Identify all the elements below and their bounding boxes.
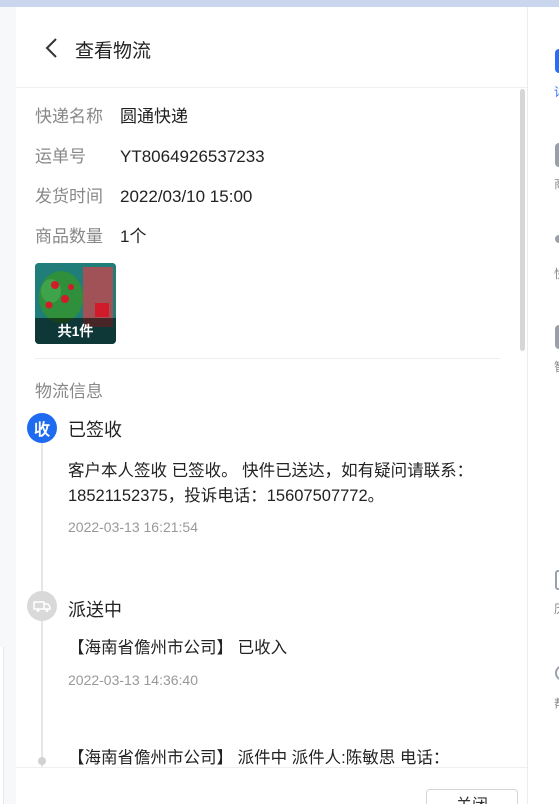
ship-time-label: 发货时间: [35, 187, 103, 206]
logistics-panel: 查看物流 快递名称 圆通快递 运单号 YT8064926537233 发货时间 202…: [16, 7, 527, 804]
ship-time-value: 2022/03/10 15:00: [120, 187, 253, 206]
sidebar-item-label: 快捷: [554, 265, 559, 282]
product-icon: [555, 143, 559, 167]
product-count-caption: 共1件: [35, 318, 116, 344]
scrollbar-thumb[interactable]: [520, 89, 525, 351]
panel-header: 查看物流: [16, 7, 527, 88]
event-status-delivering: 派送中: [68, 600, 122, 620]
quantity-label: 商品数量: [35, 227, 103, 246]
left-edge-panel: [0, 647, 4, 804]
window-top-strip: [0, 0, 559, 7]
sidebar-item-label: 详: [554, 83, 559, 100]
event-status-signed: 已签收: [68, 420, 122, 440]
event-time: 2022-03-13 14:36:40: [68, 672, 198, 688]
back-arrow-icon[interactable]: [44, 37, 60, 59]
event-desc-line: 18521152375，投诉电话：15607507772。: [68, 487, 385, 505]
info-row-courier: 快递名称 圆通快递: [35, 105, 188, 129]
info-row-quantity: 商品数量 1个: [35, 225, 146, 249]
info-row-waybill: 运单号 YT8064926537233: [35, 145, 265, 169]
doc-icon: [555, 49, 559, 73]
quantity-value: 1个: [120, 227, 147, 246]
page-title: 查看物流: [75, 41, 152, 62]
info-row-ship-time: 发货时间 2022/03/10 15:00: [35, 185, 252, 209]
history-icon: [555, 570, 559, 590]
delivery-truck-icon: [27, 591, 57, 621]
sidebar-item-label: 历: [554, 600, 559, 617]
event-desc-line: 客户本人签收 已签收。 快件已送达，如有疑问请联系：: [68, 462, 474, 480]
node-signed-badge: 收: [27, 413, 57, 443]
truck-glyph: [33, 601, 51, 612]
waybill-label: 运单号: [35, 147, 86, 166]
left-background: [0, 7, 16, 804]
event-time: 2022-03-13 16:21:54: [68, 519, 198, 535]
product-thumbnail[interactable]: 共1件: [35, 263, 116, 344]
smart-icon: [555, 325, 559, 349]
event-desc-line: 【海南省儋州市公司】 已收入: [68, 639, 288, 657]
panel-footer: 关闭: [16, 767, 527, 804]
courier-value: 圆通快递: [120, 107, 188, 126]
sidebar-item-label: 帮: [554, 695, 559, 712]
courier-label: 快递名称: [35, 107, 103, 126]
sidebar-item-label: 商: [554, 175, 559, 192]
timeline-dot: [38, 757, 46, 765]
waybill-value: YT8064926537233: [120, 147, 265, 166]
right-sidebar: 详 商 快捷 智能 历 帮: [527, 7, 559, 804]
help-icon: [555, 665, 559, 681]
logistics-section-title: 物流信息: [35, 382, 103, 401]
close-button[interactable]: 关闭: [426, 789, 518, 804]
sidebar-item-label: 智能: [554, 358, 559, 375]
section-divider: [35, 358, 500, 359]
quick-icon: [555, 235, 559, 243]
